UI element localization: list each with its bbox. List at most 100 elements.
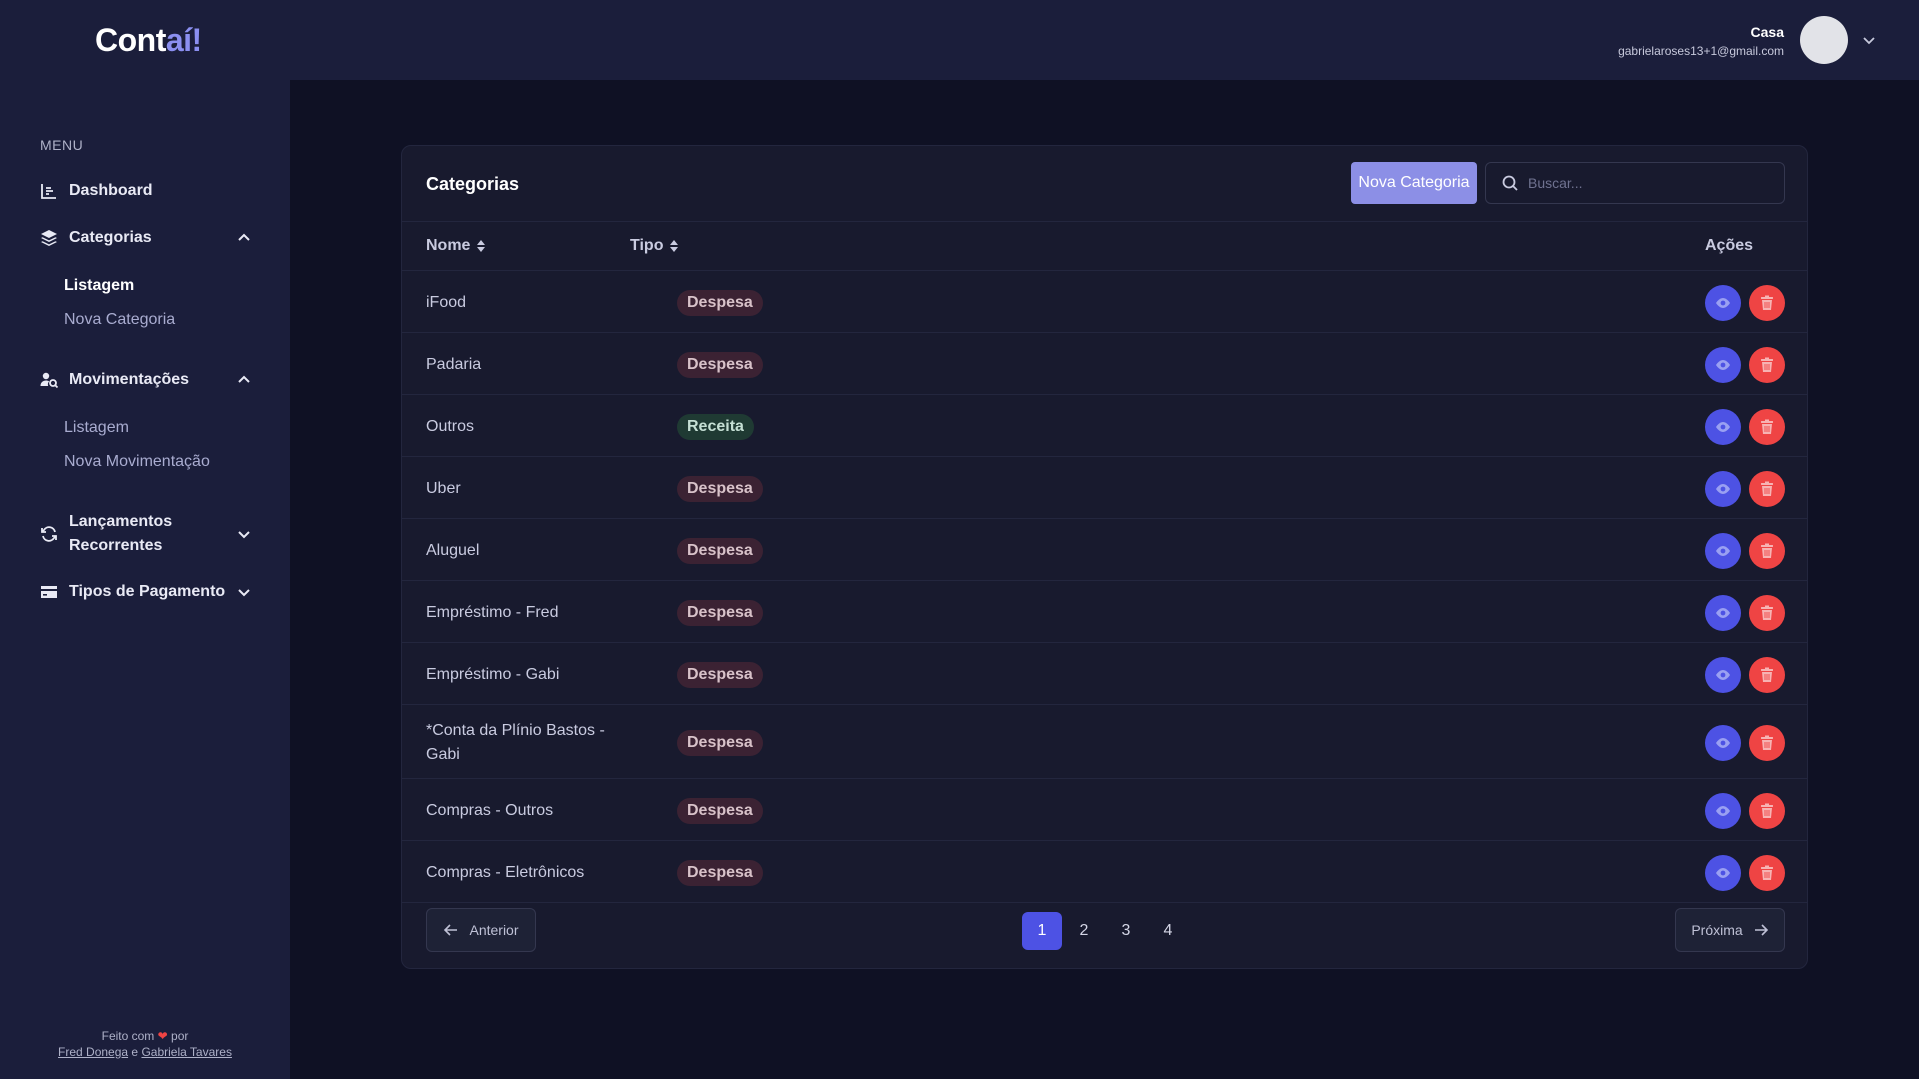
table-row: Empréstimo - Gabi Despesa	[402, 644, 1807, 705]
chart-icon	[41, 184, 56, 199]
type-badge: Despesa	[677, 729, 763, 756]
type-badge: Despesa	[677, 537, 763, 564]
money-search-icon	[40, 372, 58, 389]
category-name: Uber	[426, 479, 461, 497]
table-row: iFood Despesa	[402, 272, 1807, 333]
page-1-button[interactable]: 1	[1022, 912, 1062, 950]
app-logo[interactable]: Contaí!	[95, 22, 202, 59]
view-button[interactable]	[1705, 532, 1741, 569]
arrow-left-icon	[444, 924, 458, 936]
nav-tipos-pagamento[interactable]: Tipos de Pagamento	[40, 583, 252, 601]
table-row: Compras - Eletrônicos Despesa	[402, 842, 1807, 903]
new-category-button[interactable]: Nova Categoria	[1351, 162, 1477, 204]
sidebar-item-movimentacoes-listagem[interactable]: Listagem	[64, 419, 129, 437]
view-button[interactable]	[1705, 470, 1741, 507]
user-name: Casa	[1750, 24, 1784, 40]
category-name: Outros	[426, 417, 475, 435]
sort-icon	[670, 240, 679, 252]
footer-made-with: Feito com	[101, 1029, 155, 1043]
delete-button[interactable]	[1749, 346, 1785, 383]
search-input[interactable]	[1528, 163, 1778, 203]
delete-button[interactable]	[1749, 854, 1785, 891]
view-button[interactable]	[1705, 284, 1741, 321]
chevron-down-icon[interactable]	[1861, 32, 1877, 48]
view-button[interactable]	[1705, 854, 1741, 891]
arrow-right-icon	[1754, 924, 1768, 936]
layers-icon	[41, 230, 57, 246]
view-button[interactable]	[1705, 656, 1741, 693]
delete-button[interactable]	[1749, 724, 1785, 761]
sidebar-item-categorias-listagem[interactable]: Listagem	[64, 277, 134, 295]
author-link-fred[interactable]: Fred Donega	[58, 1045, 128, 1059]
footer-and: e	[131, 1045, 139, 1059]
category-name: Padaria	[426, 355, 482, 373]
next-page-button[interactable]: Próxima	[1675, 908, 1785, 952]
sort-icon	[477, 240, 486, 252]
avatar[interactable]	[1800, 16, 1848, 64]
trash-icon	[1761, 481, 1773, 496]
delete-button[interactable]	[1749, 470, 1785, 507]
eye-icon	[1716, 545, 1730, 556]
nav-tipos-pagamento-label: Tipos de Pagamento	[69, 583, 226, 600]
categories-card: Categorias Nova Categoria Nome Tipo Açõe…	[401, 145, 1808, 969]
nav-categorias-label: Categorias	[69, 229, 152, 246]
column-header-nome[interactable]: Nome	[426, 237, 486, 255]
delete-button[interactable]	[1749, 408, 1785, 445]
chevron-up-icon	[238, 375, 250, 383]
category-name: *Conta da Plínio Bastos - Gabi	[426, 721, 605, 763]
eye-icon	[1716, 359, 1730, 370]
eye-icon	[1716, 297, 1730, 308]
type-badge: Despesa	[677, 599, 763, 626]
view-button[interactable]	[1705, 594, 1741, 631]
table-row: *Conta da Plínio Bastos - Gabi Despesa	[402, 706, 1807, 779]
nav-movimentacoes-label: Movimentações	[69, 371, 190, 388]
nav-lancamentos-label-line2: Recorrentes	[69, 537, 163, 554]
delete-button[interactable]	[1749, 284, 1785, 321]
search-icon	[1502, 175, 1518, 191]
delete-button[interactable]	[1749, 792, 1785, 829]
sidebar-item-nova-categoria[interactable]: Nova Categoria	[64, 311, 175, 329]
menu-heading: MENU	[40, 137, 84, 153]
author-link-gabriela[interactable]: Gabriela Tavares	[141, 1045, 232, 1059]
chevron-up-icon	[238, 233, 250, 241]
sidebar-item-nova-movimentacao[interactable]: Nova Movimentação	[64, 453, 210, 471]
page-title: Categorias	[426, 174, 520, 194]
nav-dashboard-label: Dashboard	[69, 182, 153, 199]
nav-dashboard[interactable]: Dashboard	[40, 182, 252, 200]
credit-card-icon	[41, 586, 57, 598]
column-acoes-label: Ações	[1705, 237, 1754, 254]
column-header-tipo[interactable]: Tipo	[630, 237, 679, 255]
table-row: Compras - Outros Despesa	[402, 780, 1807, 841]
type-badge: Despesa	[677, 475, 763, 502]
column-header-acoes: Ações	[1705, 237, 1753, 255]
previous-page-button[interactable]: Anterior	[426, 908, 536, 952]
page-2-button[interactable]: 2	[1064, 912, 1104, 950]
view-button[interactable]	[1705, 724, 1741, 761]
nav-movimentacoes[interactable]: Movimentações	[40, 371, 252, 389]
trash-icon	[1761, 357, 1773, 372]
trash-icon	[1761, 735, 1773, 750]
type-badge: Receita	[677, 413, 754, 440]
view-button[interactable]	[1705, 408, 1741, 445]
table-row: Aluguel Despesa	[402, 520, 1807, 581]
type-badge: Despesa	[677, 797, 763, 824]
heart-icon: ❤	[157, 1029, 168, 1043]
trash-icon	[1761, 803, 1773, 818]
footer-by: por	[171, 1029, 189, 1043]
sidebar: Contaí! MENU Dashboard Categorias Listag…	[0, 0, 290, 1079]
delete-button[interactable]	[1749, 656, 1785, 693]
nav-lancamentos-recorrentes[interactable]: Lançamentos Recorrentes	[40, 510, 252, 558]
column-tipo-label: Tipo	[630, 237, 664, 254]
category-name: Aluguel	[426, 541, 480, 559]
type-badge: Despesa	[677, 351, 763, 378]
view-button[interactable]	[1705, 346, 1741, 383]
type-badge: Despesa	[677, 859, 763, 886]
top-header: Casa gabrielaroses13+1@gmail.com	[290, 0, 1919, 80]
page-4-button[interactable]: 4	[1148, 912, 1188, 950]
delete-button[interactable]	[1749, 532, 1785, 569]
view-button[interactable]	[1705, 792, 1741, 829]
nav-categorias[interactable]: Categorias	[40, 229, 252, 247]
page-3-button[interactable]: 3	[1106, 912, 1146, 950]
chevron-down-icon	[238, 589, 250, 597]
delete-button[interactable]	[1749, 594, 1785, 631]
